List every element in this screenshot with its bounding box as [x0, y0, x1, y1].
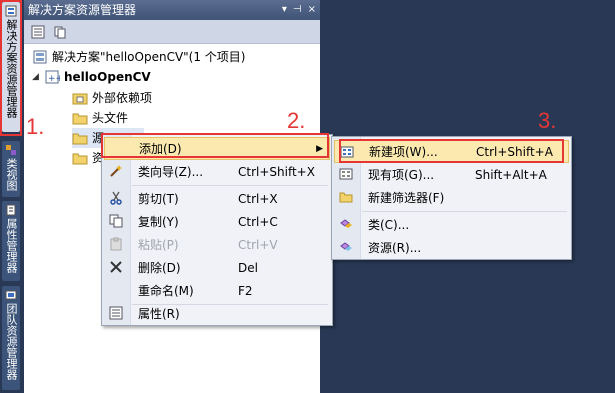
- tab-label: 解决方案资源管理器: [5, 19, 18, 118]
- menu-item-delete[interactable]: 删除(D) Del: [104, 256, 330, 279]
- panel-title-bar: 解决方案资源管理器 ▾ ⊣ ×: [24, 0, 320, 20]
- tree-item-resource-files[interactable]: 资: [72, 148, 104, 168]
- tab-class-view[interactable]: 类视图: [2, 141, 20, 197]
- class-view-icon: [6, 145, 16, 155]
- menu-separator: [132, 185, 328, 186]
- tab-team-explorer[interactable]: 团队资源管理器: [2, 286, 20, 390]
- menu-item-add[interactable]: 添加(D) ▶: [104, 137, 330, 160]
- tree-item-external-deps[interactable]: 外部依赖项: [72, 88, 152, 108]
- tree-item-label: 外部依赖项: [92, 91, 153, 105]
- menu-item-properties[interactable]: 属性(R): [104, 302, 330, 325]
- menu-item-label: 添加(D): [139, 142, 182, 156]
- scissors-icon: [108, 190, 124, 206]
- menu-item-cut[interactable]: 剪切(T) Ctrl+X: [104, 187, 330, 210]
- menu-item-label: 删除(D): [138, 261, 181, 275]
- submenu-arrow-icon: ▶: [316, 143, 323, 154]
- paste-icon: [108, 236, 124, 252]
- project-icon: ++: [45, 70, 60, 84]
- solution-label: 解决方案"helloOpenCV"(1 个项目): [52, 50, 246, 64]
- solution-icon: [33, 50, 47, 64]
- menu-item-existing-item[interactable]: 现有项(G)... Shift+Alt+A: [334, 163, 569, 186]
- tab-solution-explorer[interactable]: 解决方案资源管理器: [2, 2, 20, 132]
- tool-window-strip: 解决方案资源管理器 类视图 属性管理器 团队资源管理器: [0, 0, 22, 393]
- menu-item-label: 重命名(M): [138, 284, 194, 298]
- project-node[interactable]: ◢ ++ helloOpenCV: [32, 67, 151, 87]
- menu-item-label: 复制(Y): [138, 215, 179, 229]
- menu-item-shortcut: Ctrl+V: [238, 237, 278, 252]
- show-all-files-icon: [54, 26, 65, 38]
- menu-item-label: 类向导(Z)...: [138, 165, 204, 179]
- annotation-3: 3.: [538, 108, 557, 133]
- menu-item-shortcut: Shift+Alt+A: [475, 167, 547, 182]
- menu-item-label: 资源(R)...: [368, 241, 422, 255]
- property-manager-icon: [6, 204, 16, 216]
- menu-item-copy[interactable]: 复制(Y) Ctrl+C: [104, 210, 330, 233]
- menu-item-shortcut: Ctrl+Shift+X: [238, 164, 315, 179]
- menu-item-label: 新建项(W)...: [369, 145, 438, 159]
- menu-item-label: 新建筛选器(F): [368, 191, 445, 205]
- tree-item-label: 头文件: [92, 111, 129, 125]
- team-explorer-icon: [5, 290, 17, 300]
- solution-explorer-icon: [5, 5, 17, 17]
- svg-text:++: ++: [48, 74, 60, 84]
- menu-item-new-item[interactable]: 新建项(W)... Ctrl+Shift+A: [334, 140, 569, 163]
- existing-item-icon: [338, 166, 354, 182]
- menu-item-shortcut: F2: [238, 283, 253, 298]
- pin-icon[interactable]: ⊣: [293, 0, 302, 20]
- tree-item-header-files[interactable]: 头文件: [72, 108, 128, 128]
- class-icon: [338, 216, 354, 232]
- menu-item-new-filter[interactable]: 新建筛选器(F): [334, 186, 569, 209]
- menu-item-shortcut: Ctrl+Shift+A: [476, 144, 553, 159]
- panel-toolbar: [24, 20, 320, 44]
- menu-item-label: 粘贴(P): [138, 238, 179, 252]
- menu-item-rename[interactable]: 重命名(M) F2: [104, 279, 330, 302]
- menu-item-resource[interactable]: 资源(R)...: [334, 236, 569, 259]
- delete-icon: [108, 259, 124, 275]
- annotation-1: 1.: [26, 114, 45, 139]
- resource-icon: [338, 239, 354, 255]
- menu-item-label: 属性(R): [138, 307, 180, 321]
- solution-node[interactable]: 解决方案"helloOpenCV"(1 个项目): [32, 47, 246, 67]
- dropdown-icon[interactable]: ▾: [282, 0, 287, 20]
- add-submenu: 新建项(W)... Ctrl+Shift+A 现有项(G)... Shift+A…: [331, 136, 572, 260]
- folder-icon: [72, 153, 88, 165]
- panel-title: 解决方案资源管理器: [28, 3, 137, 17]
- class-wizard-icon: [108, 163, 124, 179]
- copy-icon: [108, 213, 124, 229]
- tab-property-manager[interactable]: 属性管理器: [2, 201, 20, 281]
- tab-label: 属性管理器: [5, 218, 18, 273]
- properties-icon: [31, 25, 44, 38]
- annotation-2: 2.: [287, 108, 306, 133]
- menu-item-label: 类(C)...: [368, 218, 410, 232]
- show-all-files-button[interactable]: [51, 23, 68, 40]
- tab-label: 团队资源管理器: [5, 303, 18, 380]
- properties-button[interactable]: [29, 23, 46, 40]
- collapse-icon[interactable]: ◢: [32, 67, 44, 87]
- menu-separator: [362, 211, 567, 212]
- new-item-icon: [339, 144, 355, 160]
- folder-icon: [72, 113, 88, 125]
- context-menu: 添加(D) ▶ 类向导(Z)... Ctrl+Shift+X 剪切(T) Ctr…: [101, 134, 333, 326]
- menu-item-shortcut: Ctrl+X: [238, 191, 278, 206]
- menu-item-label: 剪切(T): [138, 192, 179, 206]
- properties-icon: [108, 305, 124, 321]
- menu-item-label: 现有项(G)...: [368, 168, 435, 182]
- menu-item-class[interactable]: 类(C)...: [334, 213, 569, 236]
- close-icon[interactable]: ×: [308, 0, 316, 20]
- menu-item-shortcut: Del: [238, 260, 258, 275]
- tab-label: 类视图: [5, 158, 18, 191]
- menu-item-class-wizard[interactable]: 类向导(Z)... Ctrl+Shift+X: [104, 160, 330, 183]
- menu-item-paste[interactable]: 粘贴(P) Ctrl+V: [104, 233, 330, 256]
- external-dependencies-icon: [72, 93, 88, 105]
- menu-item-shortcut: Ctrl+C: [238, 214, 278, 229]
- project-label: helloOpenCV: [64, 70, 151, 84]
- new-folder-icon: [338, 189, 354, 205]
- folder-icon: [72, 133, 88, 145]
